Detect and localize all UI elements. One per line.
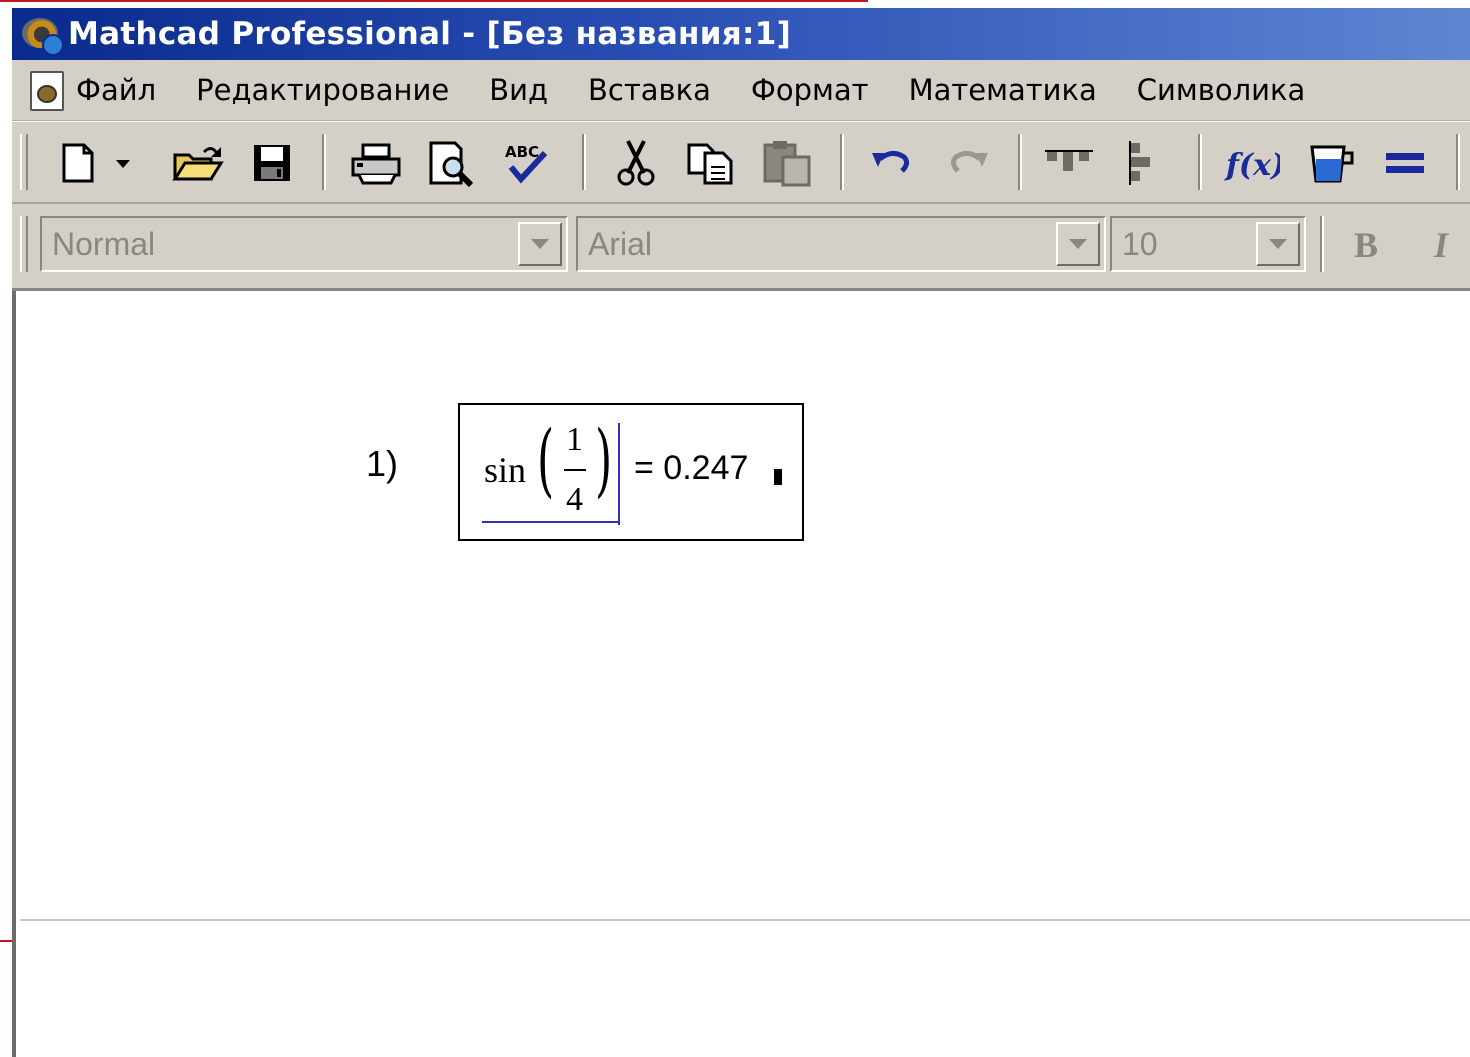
- left-parenthesis: (: [537, 413, 555, 506]
- font-select[interactable]: Arial: [576, 216, 1106, 272]
- style-select-value: Normal: [52, 226, 156, 262]
- print-icon[interactable]: [348, 138, 404, 188]
- toolbar-grip[interactable]: [20, 134, 28, 190]
- fraction-denominator: 4: [566, 481, 583, 518]
- function-name: sin: [484, 450, 527, 490]
- insert-function-icon[interactable]: f(x): [1224, 138, 1280, 188]
- style-select[interactable]: Normal: [40, 216, 568, 272]
- spell-check-icon[interactable]: ABC: [500, 138, 556, 188]
- menu-file[interactable]: Файл: [76, 73, 156, 107]
- svg-text:f(x): f(x): [1224, 148, 1280, 183]
- font-size-select[interactable]: 10: [1110, 216, 1306, 272]
- print-preview-icon[interactable]: [424, 138, 480, 188]
- cut-scissors-icon[interactable]: [608, 138, 664, 188]
- copy-icon[interactable]: [684, 138, 740, 188]
- toolbar-separator: [840, 134, 844, 190]
- undo-icon[interactable]: [864, 138, 920, 188]
- chevron-down-icon[interactable]: [1256, 222, 1300, 266]
- fraction-numerator: 1: [566, 421, 583, 458]
- toolbar-grip[interactable]: [20, 216, 28, 272]
- toolbar-separator: [1018, 134, 1022, 190]
- align-across-icon[interactable]: [1042, 138, 1098, 188]
- right-parenthesis: ): [595, 413, 613, 506]
- paste-icon[interactable]: [760, 138, 816, 188]
- worksheet[interactable]: 1) sin ( 1 4 ) = 0.247: [12, 291, 1470, 1057]
- slide-red-line-left: [0, 940, 12, 942]
- italic-button[interactable]: I: [1434, 224, 1448, 266]
- edit-cursor-underline: [482, 521, 620, 523]
- chevron-down-icon[interactable]: [1056, 222, 1100, 266]
- math-region[interactable]: sin ( 1 4 ) = 0.247: [458, 403, 804, 541]
- insertion-cursor: [774, 469, 782, 485]
- new-document-icon[interactable]: [50, 138, 106, 188]
- toolbar-separator: [322, 134, 326, 190]
- page-break-line: [20, 919, 1470, 921]
- menu-edit[interactable]: Редактирование: [196, 73, 449, 107]
- svg-text:ABC: ABC: [505, 143, 539, 161]
- document-control-icon[interactable]: [26, 69, 66, 111]
- evaluation-result: = 0.247: [634, 449, 749, 487]
- font-select-value: Arial: [588, 226, 653, 262]
- redo-icon[interactable]: [940, 138, 996, 188]
- title-bar[interactable]: Mathcad Professional - [Без названия:1]: [12, 8, 1470, 60]
- new-dropdown-arrow-icon[interactable]: [108, 138, 138, 188]
- region-number-label: 1): [366, 443, 399, 484]
- toolbar-separator: [1320, 216, 1324, 272]
- insert-unit-icon[interactable]: [1302, 138, 1358, 188]
- toolbar-separator: [582, 134, 586, 190]
- edit-cursor-vertical: [618, 423, 620, 525]
- toolbar-separator: [1456, 134, 1460, 190]
- formatting-toolbar: Normal Arial 10 B I: [12, 204, 1470, 291]
- menu-bar: Файл Редактирование Вид Вставка Формат М…: [12, 60, 1470, 121]
- open-folder-icon[interactable]: [170, 138, 226, 188]
- standard-toolbar: ABC f(x): [12, 121, 1470, 204]
- save-disk-icon[interactable]: [244, 138, 300, 188]
- window-title: Mathcad Professional - [Без названия:1]: [68, 16, 792, 52]
- menu-symbolics[interactable]: Символика: [1137, 73, 1305, 107]
- calculate-icon[interactable]: [1378, 138, 1434, 188]
- align-down-icon[interactable]: [1112, 138, 1168, 188]
- menu-view[interactable]: Вид: [489, 73, 548, 107]
- toolbar-separator: [1198, 134, 1202, 190]
- slide-red-line: [0, 0, 868, 2]
- mathcad-app-icon[interactable]: [20, 12, 64, 56]
- fraction-bar: [564, 469, 586, 471]
- menu-insert[interactable]: Вставка: [588, 73, 711, 107]
- bold-button[interactable]: B: [1354, 224, 1378, 266]
- menu-format[interactable]: Формат: [751, 73, 869, 107]
- menu-math[interactable]: Математика: [909, 73, 1097, 107]
- chevron-down-icon[interactable]: [518, 222, 562, 266]
- font-size-select-value: 10: [1122, 226, 1158, 262]
